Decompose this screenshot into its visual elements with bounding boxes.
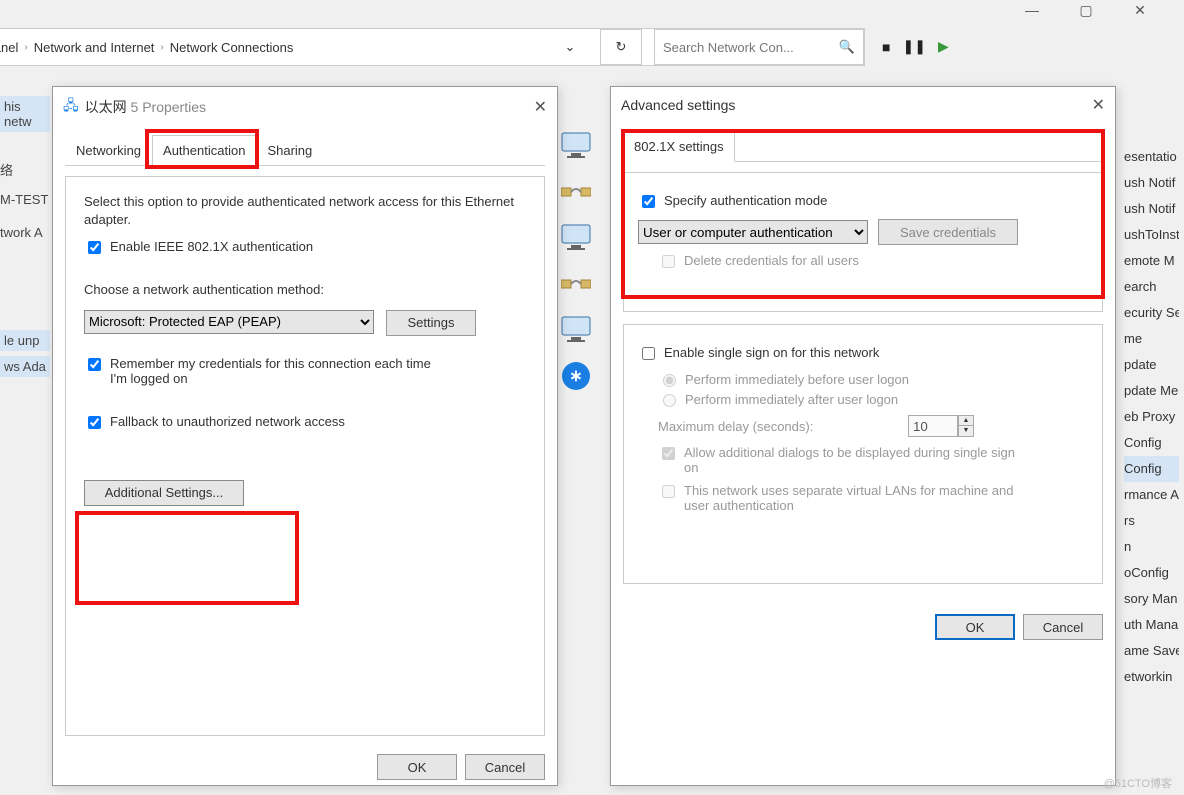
enable-8021x-checkbox[interactable] — [88, 241, 101, 254]
media-controls: ■ ❚❚ ▶ — [882, 38, 949, 55]
sidebar-frag: 络 — [0, 160, 13, 179]
ethernet-properties-dialog: 🖧 以太网 5 Properties ✕ Networking Authenti… — [52, 86, 558, 786]
network-adapter-icons: ∗ — [560, 130, 605, 406]
delete-credentials-checkbox — [662, 255, 675, 268]
before-logon-label: Perform immediately before user logon — [685, 372, 909, 387]
dialog-title: 以太网 5 Properties — [85, 97, 206, 117]
settings-button[interactable]: Settings — [386, 310, 476, 336]
fallback-label: Fallback to unauthorized network access — [110, 414, 345, 429]
right-frag: ame Save — [1124, 638, 1179, 664]
right-frag: sory Man — [1124, 586, 1179, 612]
breadcrumb-item[interactable]: ontrol Panel — [0, 40, 18, 55]
right-frag: emote M — [1124, 248, 1179, 274]
sidebar-frag: ws Ada — [0, 356, 50, 377]
maximize-icon[interactable]: ▢ — [1066, 3, 1106, 17]
remember-label: Remember my credentials for this connect… — [110, 356, 450, 386]
additional-settings-button[interactable]: Additional Settings... — [84, 480, 244, 506]
right-frag: rs — [1124, 508, 1179, 534]
sidebar-frag: le unp — [0, 330, 50, 351]
advanced-settings-dialog: Advanced settings ✕ 802.1X settings Spec… — [610, 86, 1116, 786]
intro-text: Select this option to provide authentica… — [84, 193, 526, 229]
ethernet-icon: 🖧 — [63, 95, 79, 119]
choose-method-label: Choose a network authentication method: — [84, 281, 526, 299]
save-credentials-button[interactable]: Save credentials — [878, 219, 1018, 245]
refresh-button[interactable]: ↻ — [600, 29, 642, 65]
before-logon-radio — [663, 374, 676, 387]
tab-8021x-settings[interactable]: 802.1X settings — [623, 131, 735, 162]
dropdown-icon[interactable]: ⌄ — [550, 39, 590, 55]
right-frag: pdate — [1124, 352, 1179, 378]
breadcrumb-item[interactable]: Network and Internet — [34, 40, 155, 55]
tab-bar: Networking Authentication Sharing — [65, 135, 545, 166]
vlan-checkbox — [662, 485, 675, 498]
dialog-title: Advanced settings — [621, 97, 735, 113]
breadcrumb-item[interactable]: Network Connections — [170, 40, 294, 55]
specify-auth-group: Specify authentication mode User or comp… — [623, 172, 1103, 312]
vlan-label: This network uses separate virtual LANs … — [684, 483, 1024, 513]
tab-sharing[interactable]: Sharing — [256, 135, 323, 165]
tab-authentication[interactable]: Authentication — [152, 135, 256, 166]
tab-networking[interactable]: Networking — [65, 135, 152, 165]
right-frag: esentatio — [1124, 144, 1179, 170]
max-delay-label: Maximum delay (seconds): — [658, 419, 898, 434]
enable-sso-checkbox[interactable] — [642, 347, 655, 360]
right-frag: eb Proxy — [1124, 404, 1179, 430]
allow-dialogs-checkbox — [662, 447, 675, 460]
right-frag: uth Mana — [1124, 612, 1179, 638]
sidebar-frag: his netw — [0, 96, 50, 132]
chevron-right-icon: › — [24, 42, 27, 53]
right-frag: ush Notif — [1124, 196, 1179, 222]
enable-sso-label: Enable single sign on for this network — [664, 345, 879, 360]
after-logon-label: Perform immediately after user logon — [685, 392, 898, 407]
right-frag: Config — [1124, 430, 1179, 456]
right-frag: Config — [1124, 456, 1179, 482]
right-frag: ecurity Se — [1124, 300, 1179, 326]
close-icon[interactable]: ✕ — [534, 97, 547, 117]
delete-credentials-label: Delete credentials for all users — [684, 253, 859, 268]
right-frag: ushToInst — [1124, 222, 1179, 248]
right-frag: ush Notif — [1124, 170, 1179, 196]
tab-bar: 802.1X settings — [623, 131, 1103, 162]
stop-icon[interactable]: ■ — [882, 39, 890, 55]
search-icon: 🔍 — [839, 39, 855, 55]
allow-dialogs-label: Allow additional dialogs to be displayed… — [684, 445, 1024, 475]
specify-auth-label: Specify authentication mode — [664, 193, 827, 208]
watermark: @51CTO博客 — [1104, 775, 1172, 791]
after-logon-radio — [663, 394, 676, 407]
cancel-button[interactable]: Cancel — [465, 754, 545, 780]
search-input[interactable]: Search Network Con... 🔍 — [654, 29, 864, 65]
right-frag: etworkin — [1124, 664, 1179, 690]
play-icon[interactable]: ▶ — [938, 38, 949, 55]
auth-mode-select[interactable]: User or computer authentication — [638, 220, 868, 244]
ok-button[interactable]: OK — [935, 614, 1015, 640]
bluetooth-icon: ∗ — [562, 362, 590, 390]
enable-8021x-label: Enable IEEE 802.1X authentication — [110, 239, 313, 254]
fallback-checkbox[interactable] — [88, 416, 101, 429]
spinner: ▲▼ — [958, 415, 974, 437]
close-icon[interactable]: ✕ — [1120, 3, 1160, 17]
auth-method-select[interactable]: Microsoft: Protected EAP (PEAP) — [84, 310, 374, 334]
sidebar-frag: M-TEST — [0, 192, 48, 207]
breadcrumb[interactable]: ontrol Panel › Network and Internet › Ne… — [0, 28, 865, 66]
close-icon[interactable]: ✕ — [1092, 95, 1105, 115]
right-frag: oConfig — [1124, 560, 1179, 586]
right-frag: earch — [1124, 274, 1179, 300]
search-placeholder: Search Network Con... — [663, 40, 794, 55]
max-delay-input — [908, 415, 958, 437]
right-frag: rmance Ac — [1124, 482, 1179, 508]
chevron-right-icon: › — [160, 42, 163, 53]
sso-group: Enable single sign on for this network P… — [623, 324, 1103, 584]
right-frag: n — [1124, 534, 1179, 560]
ok-button[interactable]: OK — [377, 754, 457, 780]
sidebar-frag: twork A — [0, 225, 43, 240]
right-frag: me — [1124, 326, 1179, 352]
pause-icon[interactable]: ❚❚ — [902, 38, 925, 55]
right-frag: pdate Me — [1124, 378, 1179, 404]
cancel-button[interactable]: Cancel — [1023, 614, 1103, 640]
minimize-icon[interactable]: — — [1012, 3, 1052, 17]
specify-auth-mode-checkbox[interactable] — [642, 195, 655, 208]
remember-credentials-checkbox[interactable] — [88, 358, 101, 371]
